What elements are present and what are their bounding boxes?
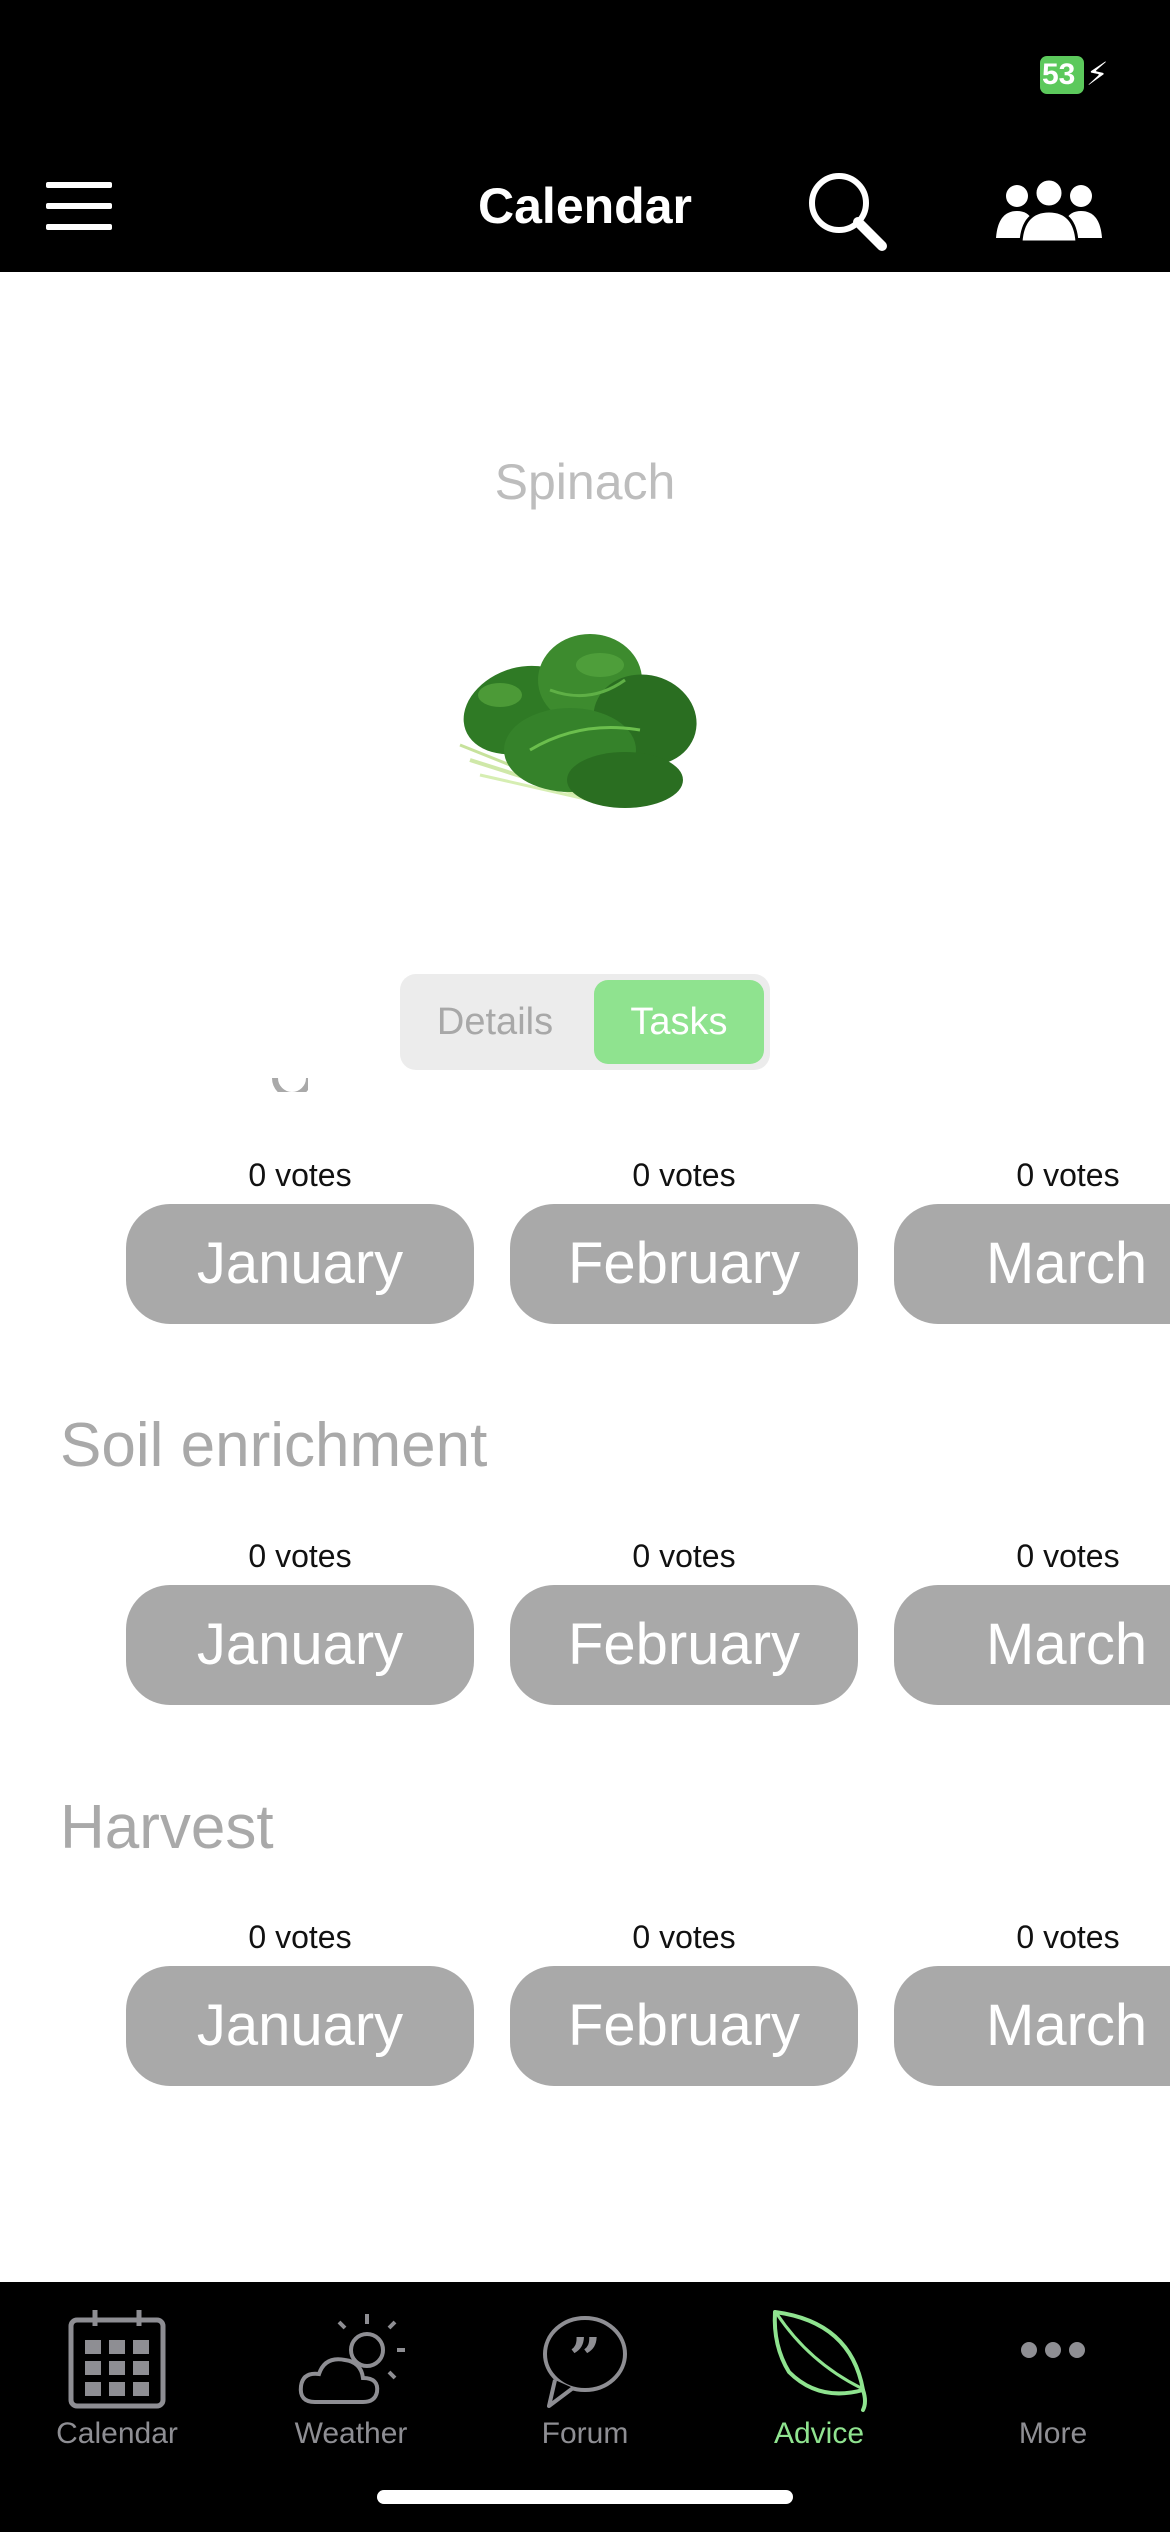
- month-button[interactable]: January: [126, 1204, 474, 1324]
- tab-details[interactable]: Details: [400, 980, 590, 1064]
- month-button[interactable]: February: [510, 1966, 858, 2086]
- tab-label: Calendar: [56, 2417, 178, 2450]
- month-option-march: 0 votes March: [894, 1912, 1170, 2092]
- search-icon[interactable]: [806, 170, 888, 252]
- month-option-march: 0 votes March: [894, 1150, 1170, 1330]
- month-button[interactable]: March: [894, 1204, 1170, 1324]
- tab-label: Weather: [294, 2417, 408, 2450]
- month-button[interactable]: January: [126, 1585, 474, 1705]
- cloud-sun-icon: [298, 2314, 405, 2404]
- navigation-bar: Calendar: [0, 140, 1170, 272]
- quote-bubble-icon: ”: [543, 2316, 627, 2408]
- month-option-march: 0 votes March: [894, 1531, 1170, 1711]
- vote-count: 0 votes: [632, 1157, 736, 1193]
- vote-count: 0 votes: [1016, 1538, 1120, 1574]
- vote-count: 0 votes: [1016, 1919, 1120, 1955]
- vote-count: 0 votes: [1016, 1157, 1120, 1193]
- more-dots-icon: [1021, 2342, 1085, 2358]
- spinach-image: [459, 634, 697, 808]
- home-indicator[interactable]: [377, 2490, 793, 2504]
- tab-more[interactable]: More: [936, 2294, 1170, 2464]
- month-button[interactable]: March: [894, 1966, 1170, 2086]
- status-bar: 53 ⚡: [0, 0, 1170, 140]
- tab-forum[interactable]: ” Forum: [468, 2294, 702, 2464]
- tab-label: More: [1018, 2417, 1088, 2450]
- svg-text:”: ”: [569, 2326, 601, 2392]
- page-title: Calendar: [478, 178, 692, 234]
- tab-advice[interactable]: Advice: [702, 2294, 936, 2464]
- calendar-grid-icon: [68, 2310, 166, 2409]
- month-option-january: 0 votes January: [126, 1912, 474, 2092]
- month-button[interactable]: February: [510, 1204, 858, 1324]
- month-option-february: 0 votes February: [510, 1912, 858, 2092]
- vote-count: 0 votes: [632, 1538, 736, 1574]
- month-button[interactable]: March: [894, 1585, 1170, 1705]
- vote-count: 0 votes: [248, 1157, 352, 1193]
- battery-icon: 53: [1040, 56, 1084, 94]
- tab-label: Advice: [773, 2417, 865, 2450]
- section-title-soil-enrichment: Soil enrichment: [60, 1411, 488, 1480]
- leaf-icon: [772, 2310, 867, 2412]
- community-icon[interactable]: [996, 178, 1102, 242]
- vote-count: 0 votes: [248, 1538, 352, 1574]
- month-button[interactable]: February: [510, 1585, 858, 1705]
- month-option-january: 0 votes January: [126, 1150, 474, 1330]
- charging-bolt-icon: ⚡: [1086, 56, 1109, 92]
- month-option-february: 0 votes February: [510, 1150, 858, 1330]
- crop-name: Spinach: [494, 454, 676, 510]
- details-tasks-segmented-control: Details Tasks: [400, 974, 770, 1070]
- tab-weather[interactable]: Weather: [234, 2294, 468, 2464]
- section-title-harvest: Harvest: [60, 1793, 274, 1862]
- clipped-section-title: [272, 1078, 308, 1092]
- tab-label: Forum: [541, 2417, 629, 2450]
- tab-tasks[interactable]: Tasks: [594, 980, 764, 1064]
- month-option-february: 0 votes February: [510, 1531, 858, 1711]
- month-option-january: 0 votes January: [126, 1531, 474, 1711]
- month-button[interactable]: January: [126, 1966, 474, 2086]
- vote-count: 0 votes: [248, 1919, 352, 1955]
- tab-calendar[interactable]: Calendar: [0, 2294, 234, 2464]
- vote-count: 0 votes: [632, 1919, 736, 1955]
